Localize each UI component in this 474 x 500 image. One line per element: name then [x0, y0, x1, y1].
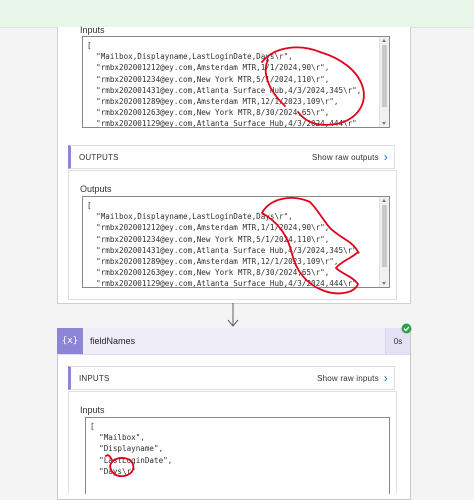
annotation-circle-outputs — [261, 197, 359, 295]
annotation-circle-inputs — [261, 46, 365, 126]
annotation-circle-days — [105, 454, 135, 478]
red-annotation-marks — [105, 46, 365, 478]
